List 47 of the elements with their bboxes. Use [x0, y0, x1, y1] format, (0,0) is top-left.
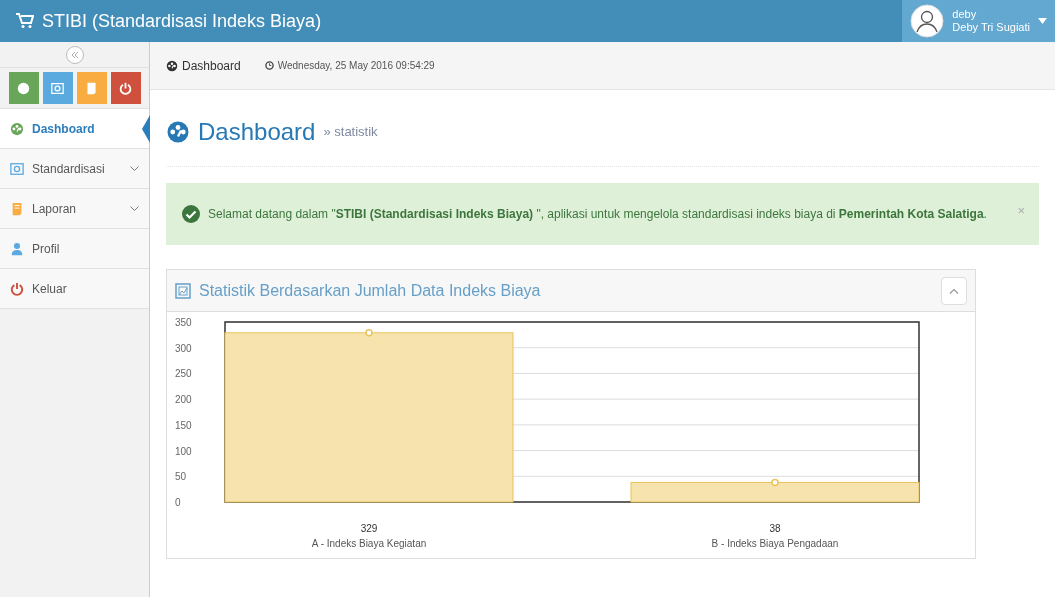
- avatar-icon: [910, 4, 945, 38]
- menu-item[interactable]: Profil: [0, 229, 149, 269]
- chart-icon: [175, 282, 191, 299]
- cart-icon: [16, 13, 34, 29]
- user-full-name: Deby Tri Sugiati: [952, 21, 1030, 35]
- menu-item[interactable]: Standardisasi: [0, 149, 149, 189]
- page-title: Dashboard: [198, 117, 316, 147]
- welcome-message: Selamat datang dalam "STIBI (Standardisasi Indeks Biaya) ", aplikasi untuk mengelola standardisasi indeks biaya di Pemerintah Kota Salatiga.: [208, 206, 987, 223]
- user-icon: [10, 241, 24, 256]
- value-label: 38: [769, 523, 781, 534]
- page-subtitle: » statistik: [323, 123, 378, 142]
- username: deby: [952, 7, 978, 21]
- shortcut-button[interactable]: [110, 72, 141, 104]
- shortcut-button[interactable]: [76, 72, 107, 104]
- menu-item[interactable]: Keluar: [0, 269, 149, 309]
- menu-item[interactable]: Laporan: [0, 189, 149, 229]
- axis-tick-label: 300: [175, 342, 192, 354]
- power-icon: [10, 281, 24, 296]
- frame-icon: [51, 81, 64, 95]
- category-label: B - Indeks Biaya Pengadaan: [711, 538, 839, 549]
- point-marker: [365, 329, 373, 337]
- menu-item[interactable]: Dashboard: [0, 109, 149, 149]
- axis-tick-label: 0: [175, 497, 181, 508]
- category-label: A - Indeks Biaya Kegiatan: [311, 538, 427, 549]
- app-title: STIBI (Standardisasi Indeks Biaya): [42, 9, 322, 33]
- power-icon: [119, 81, 132, 95]
- check-circle-icon: [182, 205, 200, 223]
- clock-icon: [264, 61, 274, 70]
- axis-tick-label: 200: [175, 394, 192, 406]
- axis-tick-label: 100: [175, 445, 192, 457]
- axis-tick-label: 150: [175, 419, 192, 431]
- date-time: Wednesday, 25 May 2016 09:54:29: [277, 59, 435, 73]
- caret-icon: [1038, 18, 1047, 24]
- value-label: 329: [360, 523, 378, 534]
- collapse-panel-button[interactable]: [941, 276, 967, 305]
- chevron-up-icon: [949, 288, 959, 295]
- shortcut-button[interactable]: [8, 72, 39, 104]
- axis-tick-label: 350: [175, 317, 192, 328]
- shortcut-button[interactable]: [42, 72, 73, 104]
- point-marker: [771, 478, 779, 487]
- double-chevron-left-icon: [70, 50, 79, 59]
- axis-tick-label: 50: [175, 471, 187, 483]
- panel-title: Statistik Berdasarkan Jumlah Data Indeks Biaya: [199, 280, 542, 301]
- breadcrumb-link[interactable]: Dashboard: [182, 56, 241, 75]
- collapse-button[interactable]: [65, 45, 84, 64]
- axis-tick-label: 250: [175, 368, 192, 380]
- frame-icon: [10, 161, 24, 176]
